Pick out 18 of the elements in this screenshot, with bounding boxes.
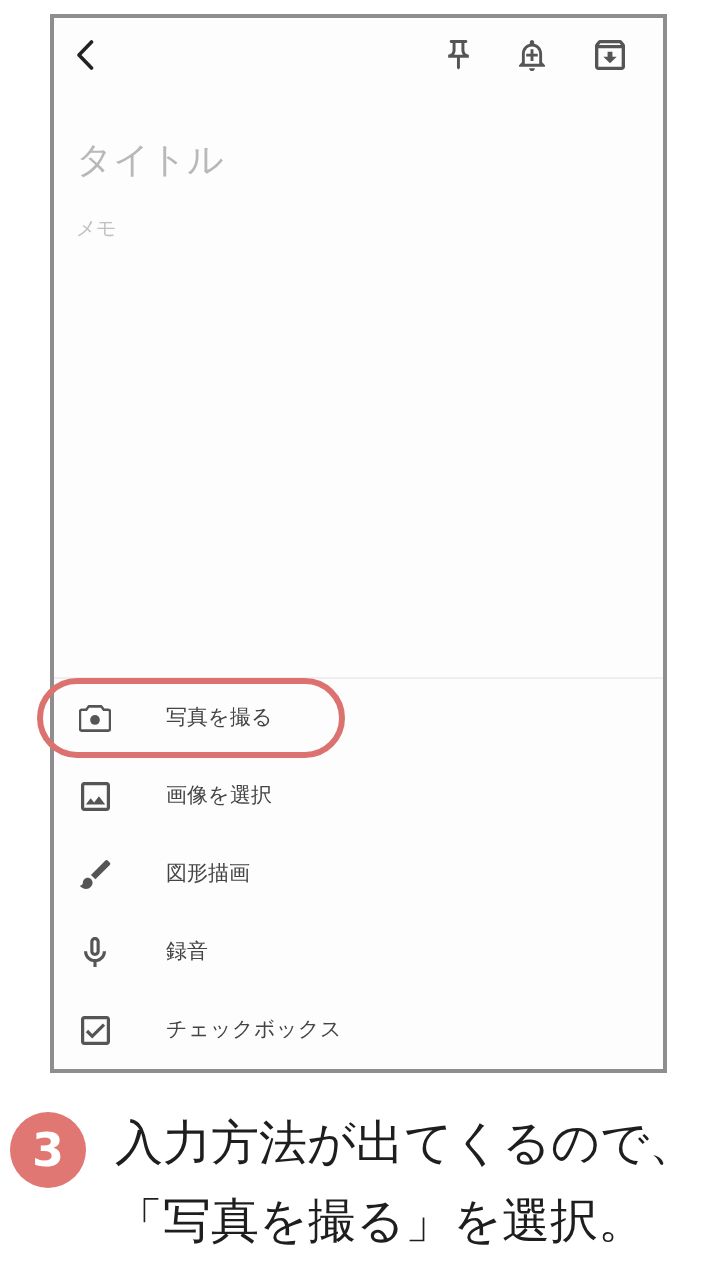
- step-number-badge: 3: [10, 1112, 86, 1188]
- image-icon: [80, 781, 110, 811]
- archive-icon[interactable]: [595, 40, 625, 70]
- back-icon[interactable]: [76, 40, 94, 70]
- menu-item[interactable]: チェックボックス: [54, 991, 663, 1069]
- bell-plus-icon[interactable]: [519, 39, 545, 71]
- camera-icon: [79, 704, 111, 732]
- checkbox-icon: [80, 1015, 110, 1045]
- microphone-icon: [84, 937, 106, 967]
- menu-item[interactable]: 画像を選択: [54, 757, 663, 835]
- note-body-field[interactable]: メモ: [76, 213, 641, 243]
- menu-item[interactable]: 写真を撮る: [54, 679, 663, 757]
- title-field[interactable]: タイトル: [76, 136, 641, 184]
- menu-item[interactable]: 図形描画: [54, 835, 663, 913]
- pin-icon[interactable]: [448, 39, 469, 71]
- instruction-text: 入力方法が出てくるので、「写真を撮る」を選択。: [115, 1113, 698, 1250]
- menu-item[interactable]: 録音: [54, 913, 663, 991]
- brush-icon: [79, 859, 111, 889]
